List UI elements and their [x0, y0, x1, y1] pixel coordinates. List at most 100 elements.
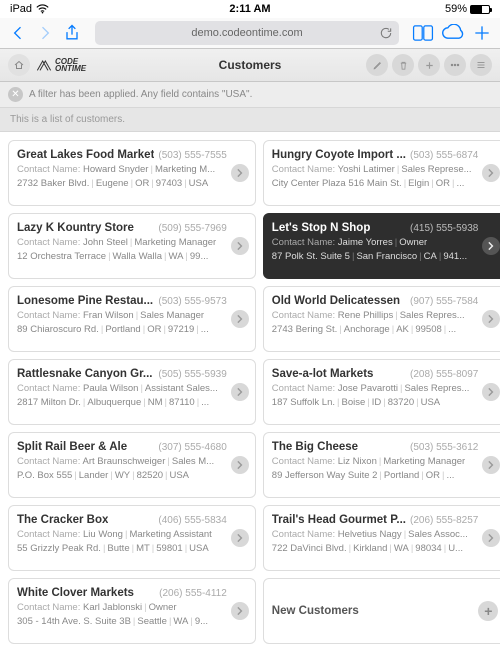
customer-phone: (307) 555-4680	[158, 442, 226, 453]
customer-address: 89 Chiaroscuro Rd.|Portland|OR|97219|...	[17, 324, 247, 335]
chevron-right-icon[interactable]	[482, 529, 500, 547]
chevron-right-icon[interactable]	[231, 456, 249, 474]
chevron-right-icon[interactable]	[482, 456, 500, 474]
home-button[interactable]	[8, 54, 30, 76]
customer-address: 2743 Bering St.|Anchorage|AK|99508|...	[272, 324, 499, 335]
chevron-right-icon[interactable]	[482, 164, 500, 182]
chevron-right-icon[interactable]	[231, 237, 249, 255]
customer-name: Lonesome Pine Restau...	[17, 295, 153, 307]
customer-phone: (503) 555-9573	[158, 296, 226, 307]
filter-text: A filter has been applied. Any field con…	[29, 89, 252, 100]
customer-card[interactable]: Old World Delicatessen (907) 555-7584 Cont…	[263, 286, 500, 352]
customer-name: Save-a-lot Markets	[272, 368, 374, 380]
customer-card[interactable]: Trail's Head Gourmet P...(206) 555-8257C…	[263, 505, 500, 571]
customer-card[interactable]: Rattlesnake Canyon Gr...(505) 555-5939Co…	[8, 359, 256, 425]
chevron-right-icon[interactable]	[231, 164, 249, 182]
page-title: Customers	[219, 58, 282, 72]
customer-phone: (503) 555-3612	[410, 442, 478, 453]
chevron-right-icon[interactable]	[482, 383, 500, 401]
address-bar[interactable]: demo.codeontime.com	[95, 21, 399, 45]
delete-button[interactable]	[392, 54, 414, 76]
customer-card[interactable]: Hungry Coyote Import ... (503) 555-6874 Co…	[263, 140, 500, 206]
customer-address: 87 Polk St. Suite 5|San Francisco|CA|941…	[272, 251, 499, 262]
status-left: iPad	[10, 3, 49, 15]
customer-card[interactable]: Split Rail Beer & Ale (307) 555-4680 Conta…	[8, 432, 256, 498]
customer-phone: (509) 555-7969	[158, 223, 226, 234]
customer-name: Split Rail Beer & Ale	[17, 441, 127, 453]
customer-phone: (503) 555-6874	[410, 150, 478, 161]
customer-contact: Contact Name: Jaime Yorres|Owner	[272, 237, 499, 248]
customer-contact: Contact Name: Fran Wilson|Sales Manager	[17, 310, 247, 321]
customer-contact: Contact Name: Rene Phillips|Sales Repres…	[272, 310, 499, 321]
customer-address: 89 Jefferson Way Suite 2|Portland|OR|...	[272, 470, 499, 481]
customer-contact: Contact Name: Karl Jablonski|Owner	[17, 602, 247, 613]
customer-name: Let's Stop N Shop	[272, 222, 371, 234]
customer-address: 722 DaVinci Blvd.|Kirkland|WA|98034|U...	[272, 543, 499, 554]
chevron-right-icon[interactable]	[231, 602, 249, 620]
customer-grid: Great Lakes Food Market(503) 555-7555Con…	[0, 132, 500, 652]
customer-contact: Contact Name: Yoshi Latimer|Sales Repres…	[272, 164, 499, 175]
menu-button[interactable]	[470, 54, 492, 76]
customer-address: 305 - 14th Ave. S. Suite 3B|Seattle|WA|9…	[17, 616, 247, 627]
edit-button[interactable]	[366, 54, 388, 76]
customer-contact: Contact Name: Art Braunschweiger|Sales M…	[17, 456, 247, 467]
chevron-right-icon[interactable]	[231, 529, 249, 547]
wifi-icon	[36, 4, 49, 14]
list-subheader: This is a list of customers.	[0, 108, 500, 132]
chevron-right-icon[interactable]	[482, 310, 500, 328]
forward-button[interactable]	[35, 23, 55, 43]
customer-contact: Contact Name: Liz Nixon|Marketing Manage…	[272, 456, 499, 467]
customer-name: Old World Delicatessen	[272, 295, 400, 307]
browser-toolbar: demo.codeontime.com	[0, 18, 500, 49]
customer-phone: (415) 555-5938	[410, 223, 478, 234]
customer-phone: (406) 555-5834	[158, 515, 226, 526]
customer-address: 2817 Milton Dr.|Albuquerque|NM|87110|...	[17, 397, 247, 408]
ios-status-bar: iPad 2:11 AM 59%	[0, 0, 500, 18]
new-tab-button[interactable]	[472, 23, 492, 43]
customer-name: White Clover Markets	[17, 587, 134, 599]
customer-contact: Contact Name: Liu Wong|Marketing Assista…	[17, 529, 247, 540]
share-button[interactable]	[62, 23, 82, 43]
customer-address: 187 Suffolk Ln.|Boise|ID|83720|USA	[272, 397, 499, 408]
customer-phone: (206) 555-4112	[159, 588, 227, 599]
chevron-right-icon[interactable]	[482, 237, 500, 255]
customer-contact: Contact Name: Paula Wilson|Assistant Sal…	[17, 383, 247, 394]
customer-card[interactable]: Lazy K Kountry Store(509) 555-7969Contac…	[8, 213, 256, 279]
reload-icon[interactable]	[379, 26, 393, 40]
customer-card[interactable]: The Cracker Box (406) 555-5834 Contact Nam…	[8, 505, 256, 571]
chevron-right-icon[interactable]	[231, 310, 249, 328]
customer-card[interactable]: Let's Stop N Shop (415) 555-5938 Contact N…	[263, 213, 500, 279]
battery-icon	[470, 5, 490, 14]
customer-address: 12 Orchestra Terrace|Walla Walla|WA|99..…	[17, 251, 247, 262]
logo-icon	[36, 58, 52, 72]
customer-name: Trail's Head Gourmet P...	[272, 514, 406, 526]
customer-name: Hungry Coyote Import ...	[272, 149, 406, 161]
customer-card[interactable]: Lonesome Pine Restau... (503) 555-9573 Con…	[8, 286, 256, 352]
customer-phone: (208) 555-8097	[410, 369, 478, 380]
customer-card[interactable]: White Clover Markets (206) 555-4112 Contac…	[8, 578, 256, 644]
brand-logo: CODEONTIME	[36, 58, 86, 72]
customer-phone: (505) 555-5939	[158, 369, 226, 380]
customer-contact: Contact Name: Jose Pavarotti|Sales Repre…	[272, 383, 499, 394]
customer-contact: Contact Name: John Steel|Marketing Manag…	[17, 237, 247, 248]
customer-name: The Cracker Box	[17, 514, 108, 526]
cloud-tabs-button[interactable]	[441, 24, 465, 42]
customer-contact: Contact Name: Helvetius Nagy|Sales Assoc…	[272, 529, 499, 540]
back-button[interactable]	[8, 23, 28, 43]
chevron-right-icon[interactable]	[231, 383, 249, 401]
filter-bar: ✕ A filter has been applied. Any field c…	[0, 82, 500, 108]
more-button[interactable]	[444, 54, 466, 76]
customer-card[interactable]: Great Lakes Food Market(503) 555-7555Con…	[8, 140, 256, 206]
add-button[interactable]	[418, 54, 440, 76]
status-time: 2:11 AM	[229, 3, 270, 15]
customer-card[interactable]: The Big Cheese (503) 555-3612 Contact Name…	[263, 432, 500, 498]
customer-card[interactable]: Save-a-lot Markets (208) 555-8097 Contact …	[263, 359, 500, 425]
reader-button[interactable]	[412, 23, 434, 43]
customer-name: The Big Cheese	[272, 441, 358, 453]
new-customer-card[interactable]: New Customers+	[263, 578, 500, 644]
customer-address: City Center Plaza 516 Main St.|Elgin|OR|…	[272, 178, 499, 189]
app-header: CODEONTIME Customers	[0, 49, 500, 82]
clear-filter-button[interactable]: ✕	[8, 87, 23, 102]
customer-phone: (907) 555-7584	[410, 296, 478, 307]
address-text: demo.codeontime.com	[191, 27, 302, 39]
